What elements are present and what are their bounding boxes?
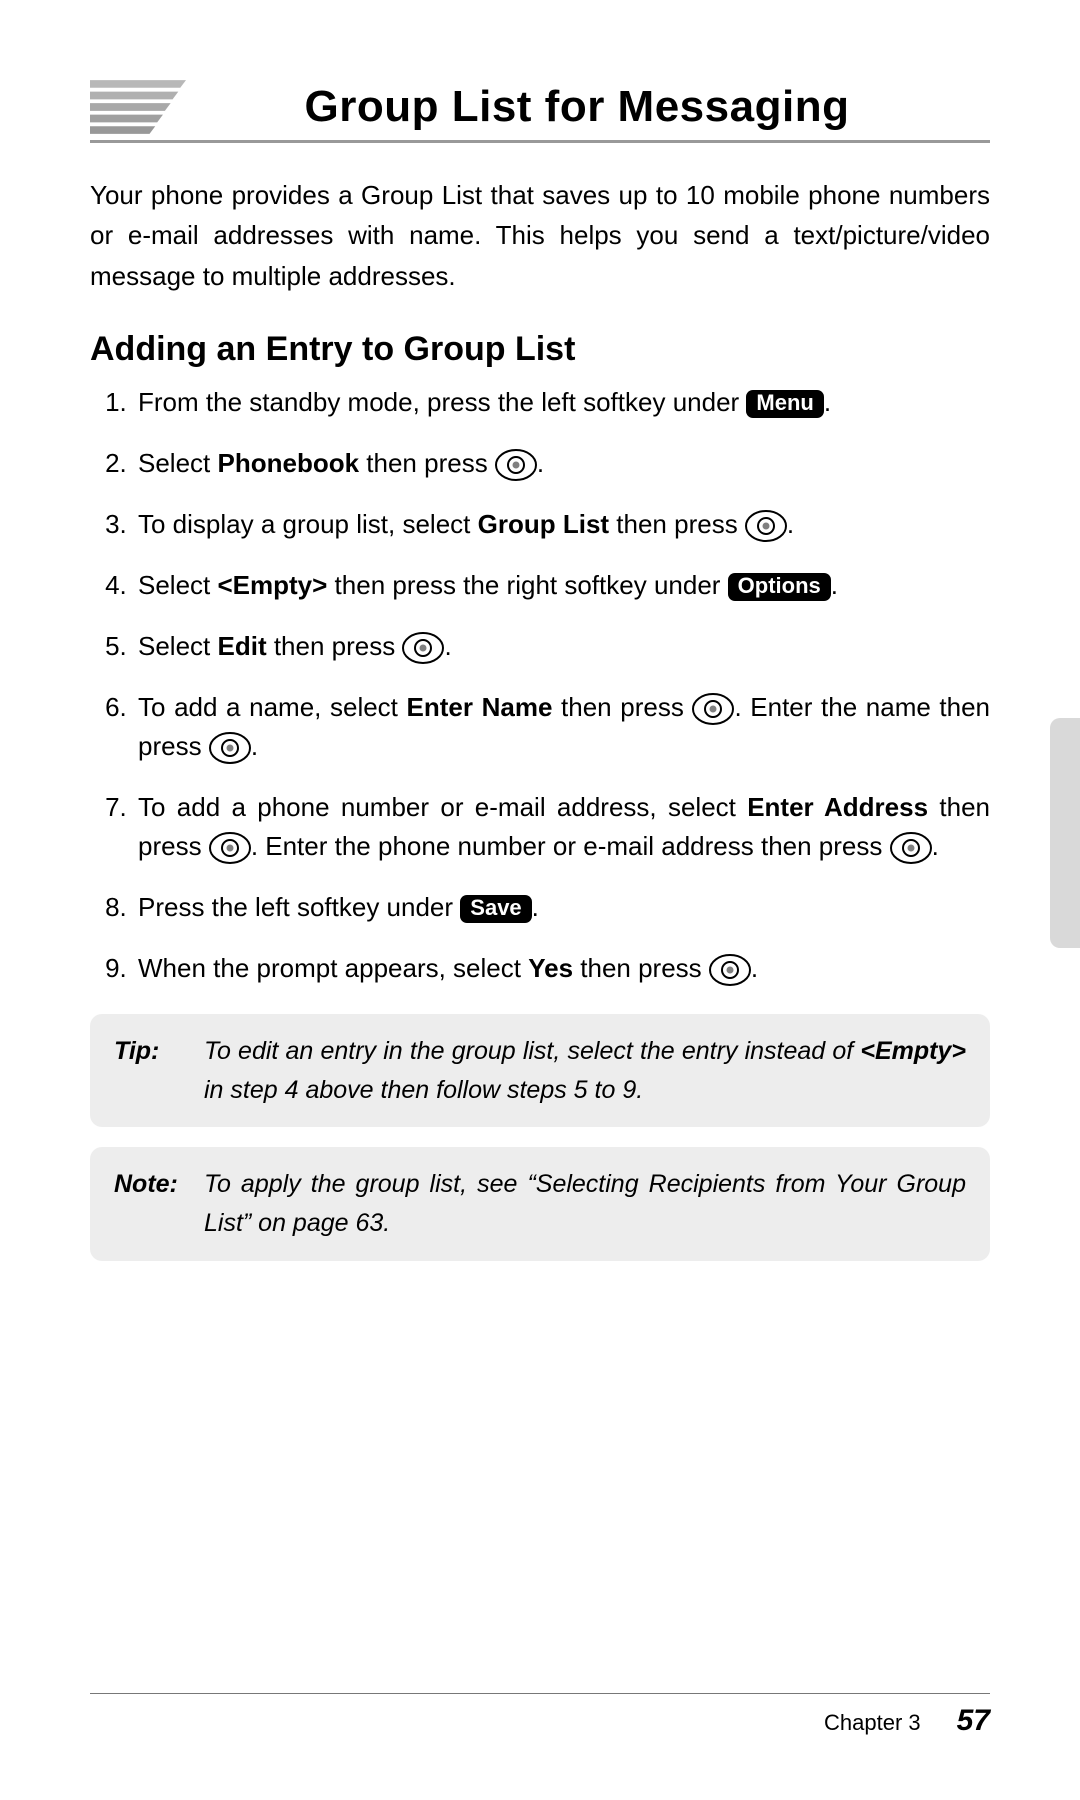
page-footer: Chapter 3 57 — [90, 1693, 990, 1738]
steps-list: From the standby mode, press the left so… — [90, 383, 990, 988]
section-heading: Adding an Entry to Group List — [90, 330, 990, 369]
ok-button-icon — [890, 832, 932, 864]
step-3: To display a group list, select Group Li… — [134, 505, 990, 544]
note-callout: Note: To apply the group list, see “Sele… — [90, 1147, 990, 1261]
header-stripes-icon — [90, 80, 186, 134]
page-header: Group List for Messaging — [90, 80, 990, 134]
step-7: To add a phone number or e-mail address,… — [134, 788, 990, 866]
ok-button-icon — [709, 954, 751, 986]
footer-chapter: Chapter 3 — [824, 1710, 921, 1736]
step-2: Select Phonebook then press . — [134, 444, 990, 483]
ok-button-icon — [402, 632, 444, 664]
save-key-icon: Save — [460, 895, 531, 923]
page-title: Group List for Messaging — [214, 82, 990, 132]
menu-key-icon: Menu — [746, 390, 823, 418]
step-1: From the standby mode, press the left so… — [134, 383, 990, 422]
intro-paragraph: Your phone provides a Group List that sa… — [90, 175, 990, 296]
ok-button-icon — [692, 693, 734, 725]
tip-body: To edit an entry in the group list, sele… — [204, 1032, 966, 1110]
header-divider — [90, 140, 990, 143]
step-8: Press the left softkey under Save. — [134, 888, 990, 927]
ok-button-icon — [209, 732, 251, 764]
options-key-icon: Options — [728, 573, 831, 601]
footer-divider — [90, 1693, 990, 1694]
manual-page: Group List for Messaging Your phone prov… — [0, 0, 1080, 1800]
footer-page-number: 57 — [957, 1704, 990, 1738]
step-6: To add a name, select Enter Name then pr… — [134, 688, 990, 766]
thumb-tab — [1050, 718, 1080, 948]
ok-button-icon — [209, 832, 251, 864]
ok-button-icon — [745, 510, 787, 542]
step-5: Select Edit then press . — [134, 627, 990, 666]
tip-label: Tip: — [114, 1032, 204, 1110]
step-4: Select <Empty> then press the right soft… — [134, 566, 990, 605]
note-body: To apply the group list, see “Selecting … — [204, 1165, 966, 1243]
step-9: When the prompt appears, select Yes then… — [134, 949, 990, 988]
note-label: Note: — [114, 1165, 204, 1243]
ok-button-icon — [495, 449, 537, 481]
tip-callout: Tip: To edit an entry in the group list,… — [90, 1014, 990, 1128]
